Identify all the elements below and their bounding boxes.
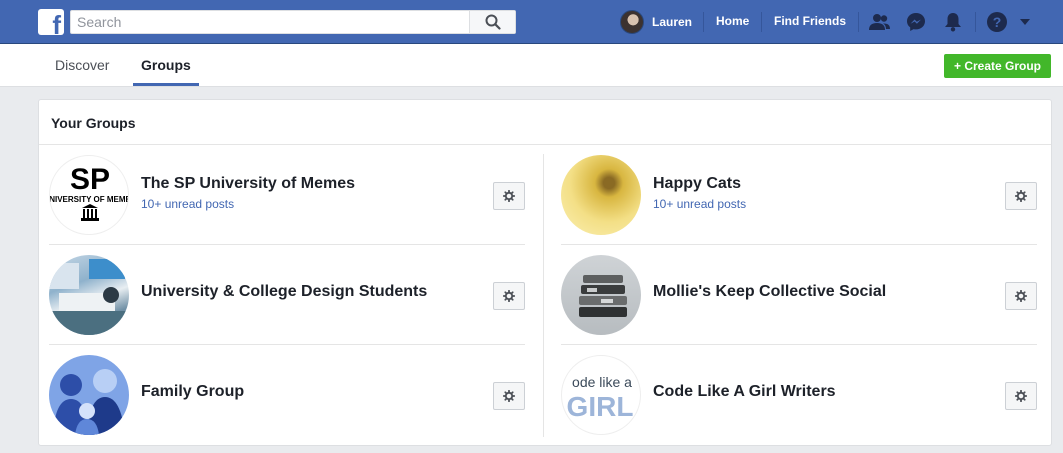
unread-posts[interactable]: 10+ unread posts (653, 197, 746, 211)
messages-button[interactable] (905, 11, 927, 33)
card-title: Your Groups (51, 115, 136, 131)
account-menu-button[interactable] (1014, 11, 1036, 33)
nav-divider (703, 12, 704, 32)
unread-posts[interactable]: 10+ unread posts (141, 197, 234, 211)
tab-groups[interactable]: Groups (141, 44, 191, 87)
user-name: Lauren (652, 15, 693, 29)
group-item[interactable]: ode like a GIRL Code Like A Girl Writers (561, 345, 1037, 445)
nav-divider (975, 12, 976, 32)
gear-icon (1015, 290, 1027, 302)
top-navigation-bar: f Lauren Home Find Friends (0, 0, 1063, 44)
sp-memes-logo: SP NIVERSITY OF MEME (50, 163, 129, 221)
group-settings-button[interactable] (493, 282, 525, 310)
messenger-icon (907, 13, 925, 31)
facebook-logo-icon[interactable]: f (38, 9, 64, 35)
friends-icon (869, 14, 890, 30)
group-name[interactable]: Mollie's Keep Collective Social (653, 283, 886, 301)
bracelets-photo (579, 275, 627, 317)
code-like-a-girl-logo: ode like a GIRL (567, 374, 634, 422)
group-avatar[interactable]: ode like a GIRL (561, 355, 641, 435)
search-box (70, 10, 516, 34)
group-settings-button[interactable] (1005, 382, 1037, 410)
search-icon (485, 14, 501, 30)
svg-text:?: ? (993, 14, 1002, 30)
sp-logo-text: SP (70, 163, 110, 196)
group-settings-button[interactable] (493, 382, 525, 410)
logo-letter: f (52, 10, 61, 35)
design-photo (49, 259, 129, 335)
group-name[interactable]: Family Group (141, 383, 244, 401)
group-settings-button[interactable] (1005, 182, 1037, 210)
friend-requests-button[interactable] (869, 11, 891, 33)
find-friends-link[interactable]: Find Friends (774, 14, 846, 28)
gear-icon (503, 190, 515, 202)
notifications-icon (945, 13, 961, 32)
group-name[interactable]: Code Like A Girl Writers (653, 383, 836, 401)
search-input[interactable] (71, 11, 471, 33)
group-avatar[interactable] (561, 255, 641, 335)
group-item[interactable]: Happy Cats 10+ unread posts (561, 145, 1037, 245)
group-settings-button[interactable] (1005, 282, 1037, 310)
gear-icon (503, 290, 515, 302)
gear-icon (1015, 390, 1027, 402)
sp-logo-subtext: NIVERSITY OF MEME (50, 195, 129, 204)
column-divider (543, 154, 544, 437)
group-avatar[interactable] (49, 355, 129, 435)
user-avatar (620, 10, 644, 34)
search-button[interactable] (469, 11, 515, 33)
card-header: Your Groups (39, 100, 1051, 145)
nav-divider (761, 12, 762, 32)
group-item[interactable]: Mollie's Keep Collective Social (561, 245, 1037, 345)
home-link[interactable]: Home (716, 14, 749, 28)
family-illustration (53, 369, 125, 435)
nav-divider (858, 12, 859, 32)
group-settings-button[interactable] (493, 182, 525, 210)
notifications-button[interactable] (942, 11, 964, 33)
help-icon: ? (987, 12, 1007, 32)
group-item[interactable]: University & College Design Students (49, 245, 525, 345)
group-item[interactable]: Family Group (49, 345, 525, 445)
group-avatar[interactable]: SP NIVERSITY OF MEME (49, 155, 129, 235)
group-avatar[interactable] (49, 255, 129, 335)
gear-icon (503, 390, 515, 402)
profile-link[interactable]: Lauren (620, 9, 692, 35)
active-tab-indicator (133, 83, 199, 86)
group-name[interactable]: The SP University of Memes (141, 175, 355, 193)
code-logo-line1: ode like a (572, 374, 632, 390)
groups-subnav: Discover Groups + Create Group (0, 44, 1063, 87)
group-item[interactable]: SP NIVERSITY OF MEME The SP University o… (49, 145, 525, 245)
group-avatar[interactable] (561, 155, 641, 235)
tab-discover[interactable]: Discover (55, 44, 109, 87)
dropdown-icon (1020, 19, 1030, 25)
code-logo-line2: GIRL (567, 391, 634, 422)
your-groups-card: Your Groups SP NIVERSITY OF MEME The SP … (38, 99, 1052, 446)
help-button[interactable]: ? (986, 11, 1008, 33)
group-name[interactable]: University & College Design Students (141, 283, 427, 301)
gear-icon (1015, 190, 1027, 202)
create-group-button[interactable]: + Create Group (944, 54, 1051, 78)
group-name[interactable]: Happy Cats (653, 175, 741, 193)
